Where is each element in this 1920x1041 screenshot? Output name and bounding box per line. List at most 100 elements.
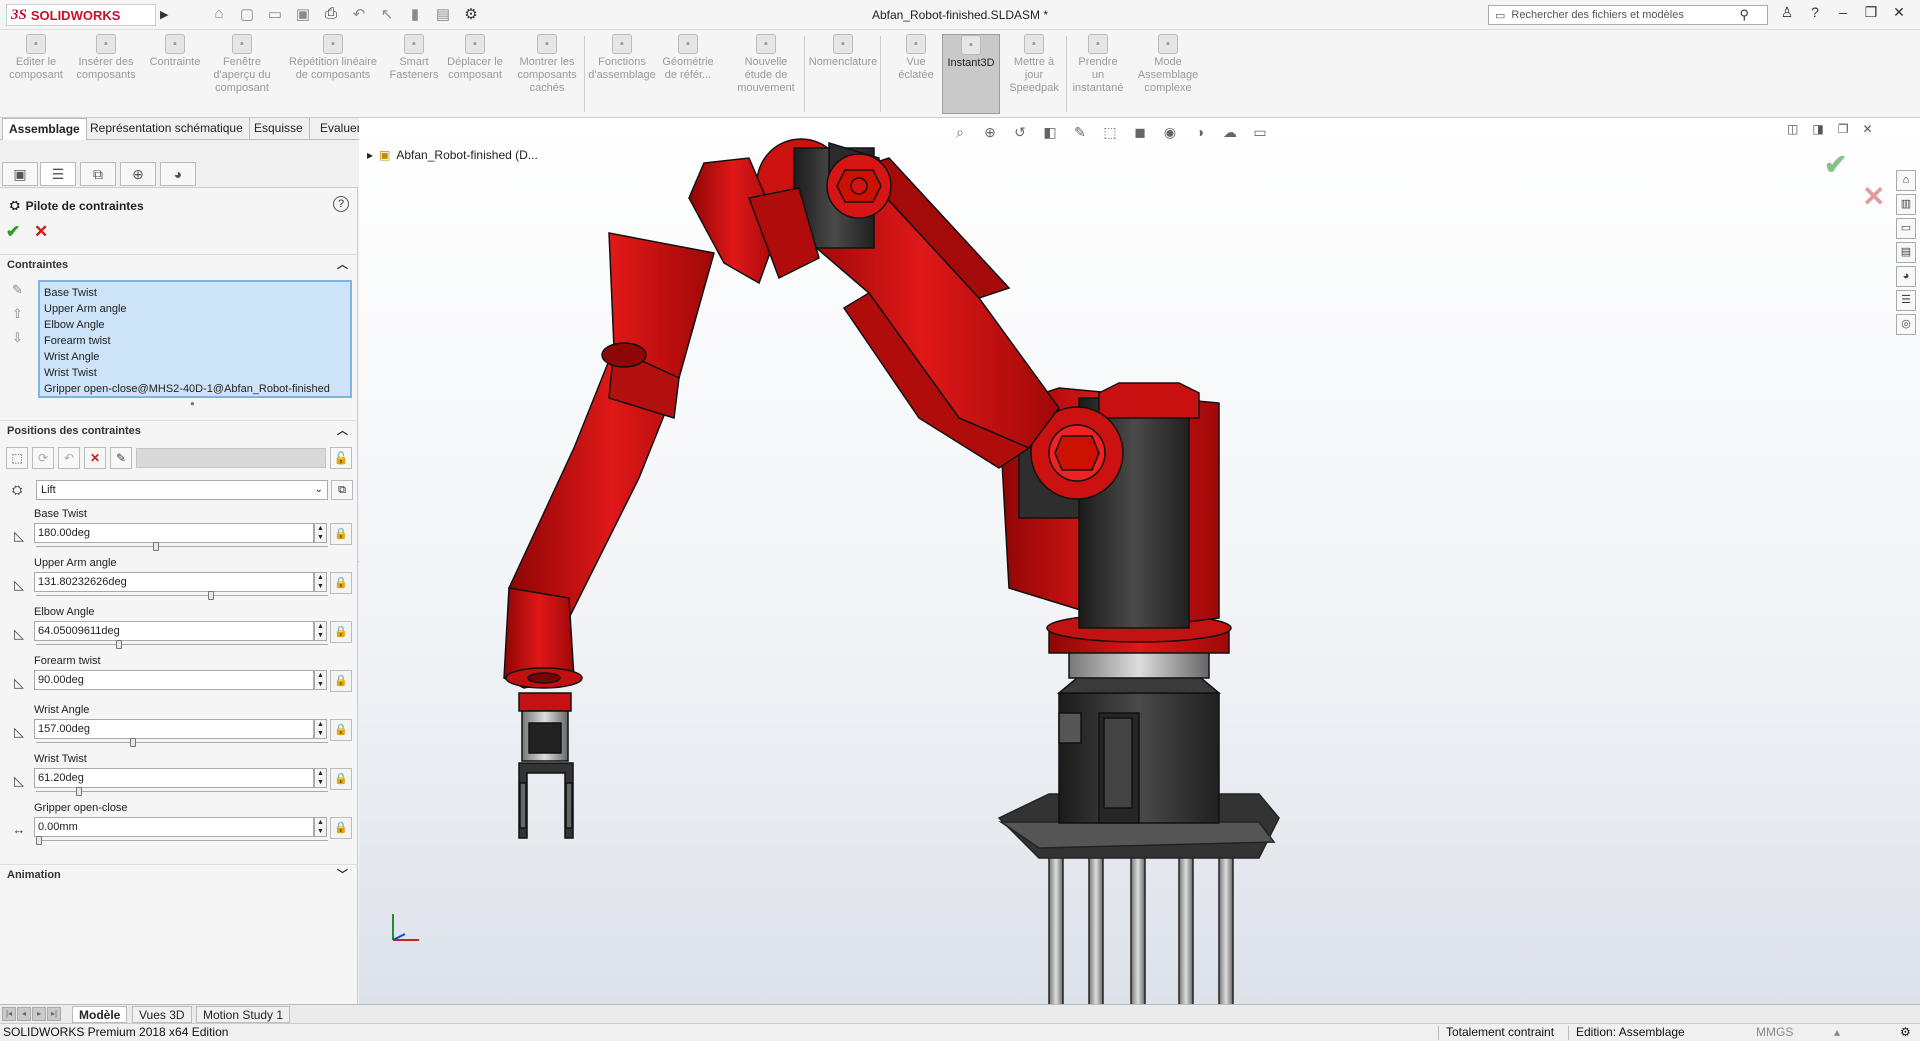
ok-button[interactable]: ✔ bbox=[6, 222, 20, 242]
command-bom[interactable]: ▪ Nomenclature bbox=[808, 34, 878, 114]
solidworks-logo[interactable]: 3S SOLIDWORKS bbox=[6, 4, 156, 26]
propertymanager-tab-icon[interactable]: ☰ bbox=[40, 162, 76, 186]
menu-expand-arrow-icon[interactable]: ▶ bbox=[160, 8, 168, 21]
positions-section-header[interactable]: Positions des contraintes ︿ bbox=[0, 420, 358, 440]
mate-list-item[interactable]: Wrist Angle bbox=[44, 349, 346, 365]
dimxpert-tab-icon[interactable]: ⊕ bbox=[120, 162, 156, 186]
command-show-hidden[interactable]: ▪ Montrer les composants cachés bbox=[516, 34, 578, 114]
spin-stepper-icon[interactable]: ▲ ▼ bbox=[314, 817, 327, 837]
bottom-tab-mod-le[interactable]: Modèle bbox=[72, 1006, 128, 1023]
command-smart-fasteners[interactable]: ▪ Smart Fasteners bbox=[390, 34, 438, 114]
mate-list-item[interactable]: Upper Arm angle bbox=[44, 301, 346, 317]
command-reference-geometry[interactable]: ▪ Géométrie de référ... bbox=[660, 34, 716, 114]
zoom-to-area-icon[interactable]: ⊕ bbox=[979, 124, 1001, 141]
spin-stepper-icon[interactable]: ▲ ▼ bbox=[314, 572, 327, 592]
tab-assemblage[interactable]: Assemblage bbox=[2, 118, 87, 140]
parameter-value-input[interactable]: 180.00deg bbox=[34, 523, 314, 543]
position-options-icon[interactable]: ⧉ bbox=[331, 480, 353, 500]
expand-arrow-icon[interactable]: ▸ bbox=[367, 148, 373, 162]
command-insert-components[interactable]: ▪ Insérer des composants bbox=[74, 34, 138, 114]
view-orientation-icon[interactable]: ⬚ bbox=[1099, 124, 1121, 141]
command-mate[interactable]: ▪ Contrainte bbox=[148, 34, 202, 114]
command-assembly-features[interactable]: ▪ Fonctions d'assemblage bbox=[588, 34, 656, 114]
command-linear-pattern[interactable]: ▪ Répétition linéaire de composants bbox=[282, 34, 384, 114]
capture-position-icon[interactable]: ⬚ bbox=[6, 447, 28, 469]
options-gear-icon[interactable]: ⚙ bbox=[460, 5, 482, 23]
hide-show-items-icon[interactable]: ◉ bbox=[1159, 124, 1181, 141]
rebuild-icon[interactable]: ▮ bbox=[404, 5, 426, 23]
parameter-slider-thumb[interactable] bbox=[36, 836, 42, 845]
parameter-slider-thumb[interactable] bbox=[207, 591, 214, 600]
dynamic-annotation-icon[interactable]: ✎ bbox=[1069, 124, 1091, 141]
close-icon[interactable]: ✕ bbox=[1890, 4, 1908, 21]
parameter-slider-thumb[interactable] bbox=[153, 542, 160, 551]
command-snapshot[interactable]: ▪ Prendre un instantané bbox=[1072, 34, 1124, 114]
cancel-button[interactable]: ✕ bbox=[34, 222, 48, 242]
home-icon[interactable]: ⌂ bbox=[208, 5, 230, 23]
configuration-manager-tab-icon[interactable]: ⧉ bbox=[80, 162, 116, 186]
bottom-tab-vues-3d[interactable]: Vues 3D bbox=[132, 1006, 192, 1023]
units-dropdown-icon[interactable]: ▴ bbox=[1834, 1024, 1840, 1041]
search-field[interactable]: ▭ Rechercher des fichiers et modèles ⚲ bbox=[1488, 5, 1768, 25]
print-icon[interactable]: ⎙ bbox=[320, 5, 342, 23]
viewport-close-icon[interactable]: ✕ bbox=[1862, 122, 1872, 136]
spin-stepper-icon[interactable]: ▲ ▼ bbox=[314, 523, 327, 543]
status-units[interactable]: MMGS bbox=[1756, 1024, 1793, 1041]
command-exploded-view[interactable]: ▪ Vue éclatée bbox=[896, 34, 936, 114]
design-library-icon[interactable]: ▥ bbox=[1896, 194, 1916, 215]
undo-icon[interactable]: ↶ bbox=[348, 5, 370, 23]
tab-repr-sentation-sch-matique[interactable]: Représentation schématique bbox=[84, 118, 250, 140]
customize-status-icon[interactable]: ⚙ bbox=[1900, 1024, 1911, 1041]
mate-list-item[interactable]: Gripper open-close@MHS2-40D-1@Abfan_Robo… bbox=[44, 381, 346, 397]
edit-appearance-icon[interactable]: ◑ bbox=[1189, 124, 1211, 141]
zoom-to-fit-icon[interactable]: ⌕ bbox=[949, 124, 971, 141]
new-document-icon[interactable]: ▢ bbox=[236, 5, 258, 23]
parameter-value-input[interactable]: 157.00deg bbox=[34, 719, 314, 739]
graphics-area[interactable]: ▸ ▣ Abfan_Robot-finished (D... ⌕ ⊕ ↺ ◧ ✎… bbox=[359, 118, 1920, 1004]
edit-position-icon[interactable]: ✎ bbox=[110, 447, 132, 469]
minimize-icon[interactable]: – bbox=[1834, 4, 1852, 21]
mates-list[interactable]: Base Twist Upper Arm angle Elbow Angle Fore… bbox=[38, 280, 352, 398]
lock-icon[interactable]: 🔒 bbox=[330, 572, 352, 594]
view-palette-icon[interactable]: ▤ bbox=[1896, 242, 1916, 263]
select-arrow-icon[interactable]: ↖ bbox=[376, 5, 398, 23]
parameter-slider-track[interactable] bbox=[36, 644, 328, 645]
parameter-slider-thumb[interactable] bbox=[76, 787, 83, 796]
command-speedpak[interactable]: ▪ Mettre à jour Speedpak bbox=[1006, 34, 1062, 114]
appearances-icon[interactable]: ◕ bbox=[1896, 266, 1916, 287]
bottom-tab-motion-study-1[interactable]: Motion Study 1 bbox=[196, 1006, 291, 1023]
lock-icon[interactable]: 🔒 bbox=[330, 768, 352, 790]
help-button[interactable]: ? bbox=[333, 196, 349, 212]
parameter-slider-track[interactable] bbox=[36, 840, 328, 841]
file-properties-icon[interactable]: ▤ bbox=[432, 5, 454, 23]
custom-properties-icon[interactable]: ☰ bbox=[1896, 290, 1916, 311]
mate-list-item[interactable]: Elbow Angle bbox=[44, 317, 346, 333]
restore-icon[interactable]: ❐ bbox=[1862, 4, 1880, 21]
parameter-slider-thumb[interactable] bbox=[130, 738, 137, 747]
animation-section-header[interactable]: Animation ﹀ bbox=[0, 864, 358, 884]
save-icon[interactable]: ▣ bbox=[292, 5, 314, 23]
position-select[interactable]: Lift ⌄ bbox=[36, 480, 328, 500]
viewport-maximize-icon[interactable]: ❐ bbox=[1838, 122, 1849, 136]
move-up-arrow-icon[interactable]: ⇧ bbox=[12, 306, 23, 322]
parameter-slider-track[interactable] bbox=[36, 546, 328, 547]
spin-stepper-icon[interactable]: ▲ ▼ bbox=[314, 768, 327, 788]
parameter-slider-thumb[interactable] bbox=[116, 640, 123, 649]
undo-position-icon[interactable]: ↶ bbox=[58, 447, 80, 469]
parameter-value-input[interactable]: 0.00mm bbox=[34, 817, 314, 837]
confirmation-cancel-icon[interactable]: ✕ bbox=[1862, 180, 1885, 213]
command-large-assembly[interactable]: ▪ Mode Assemblage complexe bbox=[1134, 34, 1202, 114]
parameter-value-input[interactable]: 61.20deg bbox=[34, 768, 314, 788]
spin-stepper-icon[interactable]: ▲ ▼ bbox=[314, 621, 327, 641]
view-settings-icon[interactable]: ▭ bbox=[1249, 124, 1271, 141]
command-edit-component[interactable]: ▪ Editer le composant bbox=[8, 34, 64, 114]
last-tab-arrow-icon[interactable]: ▸| bbox=[47, 1007, 61, 1021]
command-motion-study[interactable]: ▪ Nouvelle étude de mouvement bbox=[737, 34, 795, 114]
lock-icon[interactable]: 🔒 bbox=[330, 670, 352, 692]
search-icon[interactable]: ⚲ bbox=[1739, 7, 1749, 23]
parameter-slider-track[interactable] bbox=[36, 742, 328, 743]
lock-icon[interactable]: 🔒 bbox=[330, 523, 352, 545]
next-tab-arrow-icon[interactable]: ▸ bbox=[32, 1007, 46, 1021]
display-style-icon[interactable]: ◼ bbox=[1129, 124, 1151, 141]
move-down-arrow-icon[interactable]: ⇩ bbox=[12, 330, 23, 346]
